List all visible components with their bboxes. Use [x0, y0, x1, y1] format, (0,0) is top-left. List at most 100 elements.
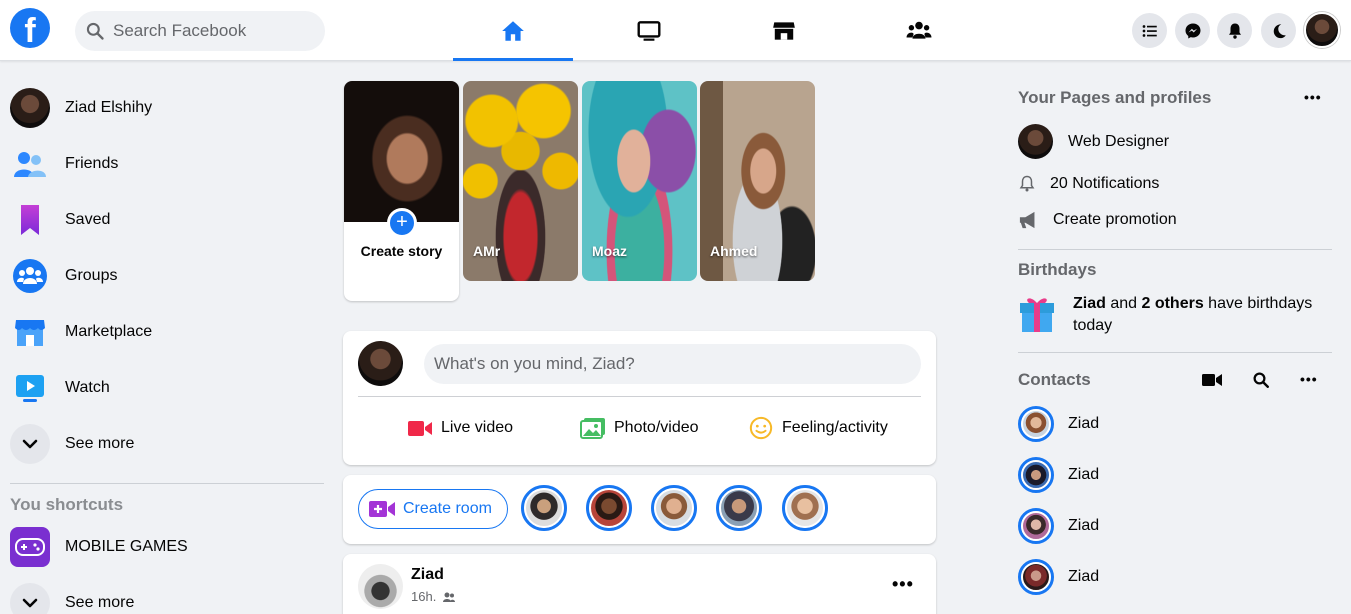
contact-avatar [1018, 559, 1054, 595]
live-video-button[interactable]: Live video [407, 415, 513, 441]
room-avatar[interactable] [716, 485, 762, 531]
sidebar-item-friends[interactable]: Friends [10, 140, 320, 188]
birthday-others[interactable]: 2 others [1141, 295, 1203, 312]
post-time[interactable]: 16h. [411, 589, 436, 604]
promotion-item[interactable]: Create promotion [1018, 210, 1177, 230]
contact-item[interactable]: Ziad [1018, 404, 1099, 444]
create-story-card[interactable]: + Create story [344, 81, 459, 301]
sidebar-see-more[interactable]: See more [10, 420, 320, 468]
contact-name: Ziad [1068, 568, 1100, 585]
chevron-down-icon [22, 439, 38, 449]
post-more-icon[interactable]: ••• [892, 574, 914, 595]
sidebar-item-saved[interactable]: Saved [10, 196, 320, 244]
birthdays-title: Birthdays [1018, 260, 1097, 279]
birthday-text: Ziad and 2 others have birthdays today [1073, 293, 1333, 337]
smile-icon [749, 416, 773, 440]
shortcuts-title: You shortcuts [10, 495, 124, 514]
create-room-button[interactable]: Create room [358, 489, 508, 529]
page-item[interactable]: Web Designer [1018, 124, 1169, 159]
photo-video-button[interactable]: Photo/video [580, 415, 699, 441]
game-icon [10, 527, 50, 567]
contact-name: Ziad [1068, 466, 1100, 483]
marketplace-icon [15, 320, 45, 346]
contact-avatar [1018, 406, 1054, 442]
room-avatar[interactable] [586, 485, 632, 531]
contact-item[interactable]: Ziad [1018, 455, 1099, 495]
notifications-item[interactable]: 20 Notifications [1018, 174, 1159, 194]
story-name: AMr [473, 243, 501, 259]
tab-home[interactable] [453, 0, 573, 61]
home-icon [502, 20, 524, 41]
pages-title: Your Pages and profiles [1018, 88, 1212, 107]
room-avatar[interactable] [521, 485, 567, 531]
post-card: Ziad 16h. ••• [343, 554, 936, 614]
contact-name: Ziad [1068, 517, 1100, 534]
contacts-title: Contacts [1018, 370, 1091, 389]
profile-avatar[interactable] [1304, 12, 1340, 48]
tab-watch[interactable] [589, 0, 709, 61]
photo-icon [580, 418, 605, 439]
chevron-down-icon [22, 598, 38, 608]
menu-button[interactable] [1132, 13, 1167, 48]
sidebar-item-label: Groups [65, 267, 118, 284]
marketplace-icon [773, 21, 795, 40]
shortcuts-see-more[interactable]: See more [10, 579, 320, 614]
sidebar-item-label: See more [65, 435, 135, 452]
sidebar-item-profile[interactable]: Ziad Elshihy [10, 84, 320, 132]
contact-avatar [1018, 457, 1054, 493]
messenger-icon [1185, 23, 1200, 38]
post-author-avatar[interactable] [358, 564, 403, 609]
feeling-activity-button[interactable]: Feeling/activity [748, 415, 888, 441]
tab-groups[interactable] [859, 0, 979, 61]
story-name: Ahmed [710, 243, 758, 259]
shortcut-mobile-games[interactable]: MOBILE GAMES [10, 523, 320, 571]
story-card[interactable]: Ahmed [700, 81, 815, 281]
notifications-button[interactable] [1217, 13, 1252, 48]
tab-marketplace[interactable] [724, 0, 844, 61]
search-bar[interactable] [75, 11, 325, 51]
sidebar-item-marketplace[interactable]: Marketplace [10, 308, 320, 356]
contact-item[interactable]: Ziad [1018, 506, 1099, 546]
left-sidebar: Ziad Elshihy Friends Saved Groups Market… [0, 61, 330, 614]
sidebar-item-groups[interactable]: Groups [10, 252, 320, 300]
room-avatar[interactable] [651, 485, 697, 531]
friends-privacy-icon [443, 592, 456, 602]
post-composer: What's on you mind, Ziad? Live video Pho… [343, 331, 936, 465]
search-icon[interactable] [1252, 371, 1270, 389]
plus-icon[interactable]: + [387, 208, 417, 238]
bell-icon [1019, 175, 1035, 192]
sidebar-item-label: Watch [65, 379, 110, 396]
sidebar-item-label: MOBILE GAMES [65, 538, 188, 555]
bell-icon [1228, 23, 1241, 39]
post-author[interactable]: Ziad [411, 566, 444, 584]
profile-avatar[interactable] [358, 341, 403, 386]
sidebar-item-label: Friends [65, 155, 119, 172]
messenger-button[interactable] [1175, 13, 1210, 48]
facebook-logo[interactable]: f [10, 8, 50, 48]
top-navbar: f [0, 0, 1351, 61]
story-card[interactable]: AMr [463, 81, 578, 281]
watch-icon [16, 375, 44, 402]
feeling-activity-label: Feeling/activity [782, 419, 888, 436]
pages-more-icon[interactable]: ••• [1304, 89, 1322, 105]
dark-mode-button[interactable] [1261, 13, 1296, 48]
video-call-icon[interactable] [1202, 372, 1222, 388]
story-photo [344, 81, 459, 222]
friends-icon [14, 152, 46, 177]
sidebar-item-watch[interactable]: Watch [10, 364, 320, 412]
room-avatar[interactable] [782, 485, 828, 531]
moon-icon [1273, 23, 1286, 38]
video-plus-icon [369, 501, 395, 517]
rooms-bar: Create room [343, 475, 936, 544]
contacts-more-icon[interactable]: ••• [1300, 371, 1318, 387]
groups-icon [906, 21, 932, 39]
sidebar-item-label: Saved [65, 211, 111, 228]
contact-name: Ziad [1068, 415, 1100, 432]
composer-input[interactable]: What's on you mind, Ziad? [424, 344, 921, 384]
contact-item[interactable]: Ziad [1018, 557, 1099, 597]
watch-icon [637, 20, 661, 41]
right-divider [1018, 352, 1332, 353]
birthday-name[interactable]: Ziad [1073, 295, 1106, 312]
search-input[interactable] [113, 21, 313, 41]
story-card[interactable]: Moaz [582, 81, 697, 281]
